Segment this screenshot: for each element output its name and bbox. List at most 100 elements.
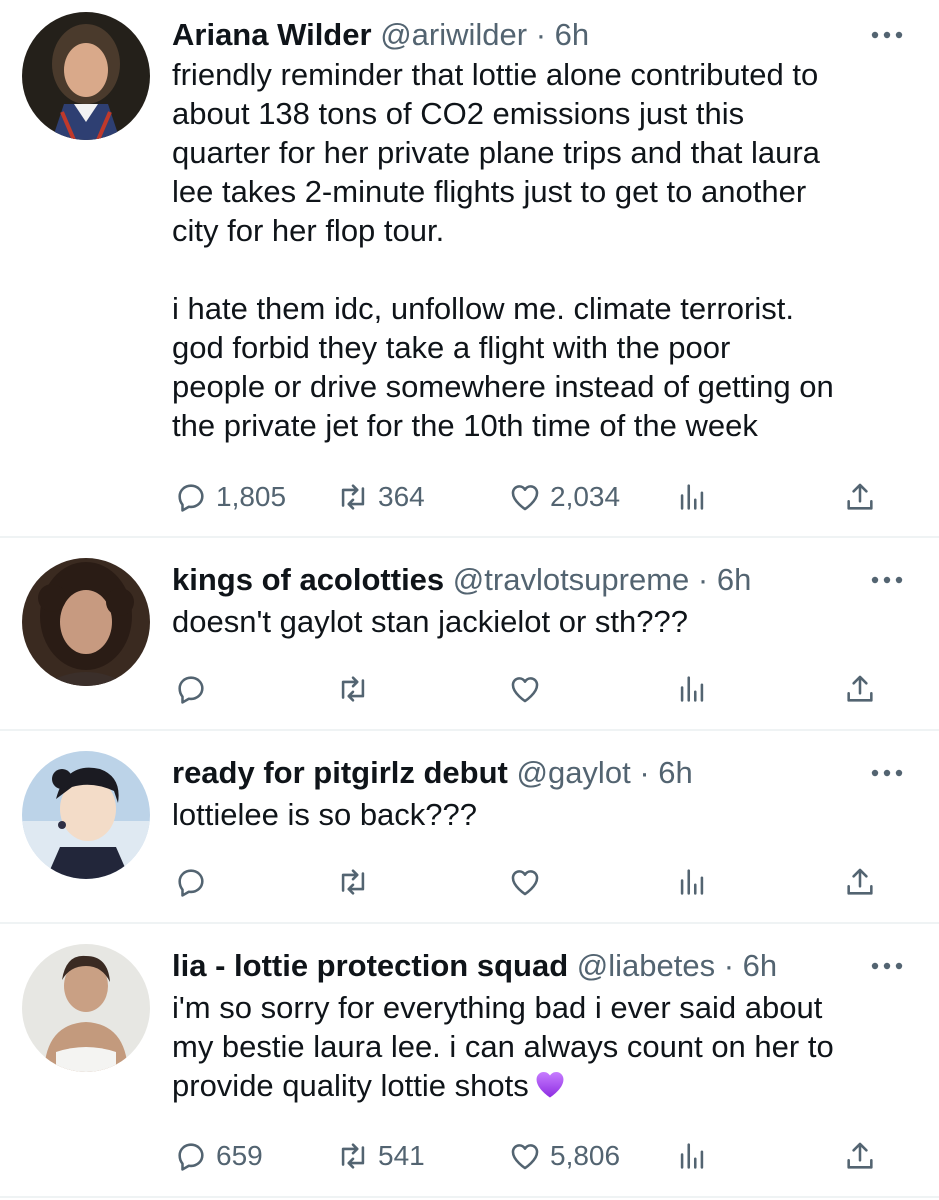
reply-icon: [178, 869, 204, 897]
tweet-text-line: my bestie laura lee. i can always count …: [172, 1029, 834, 1064]
share-icon: [847, 675, 873, 702]
like-button[interactable]: [508, 668, 542, 710]
reply-button[interactable]: 1,805: [174, 476, 286, 518]
tweet-text-fragment: provide quality lottie shots: [172, 1068, 529, 1103]
timestamp[interactable]: 6h: [717, 562, 751, 597]
tweet-text-line: i hate them idc, unfollow me. climate te…: [172, 291, 794, 326]
tweet-text-line: city for her flop tour.: [172, 213, 445, 248]
retweet-icon: [341, 1143, 365, 1169]
tweet-header: lia - lottie protection squad @liabetes …: [172, 946, 777, 986]
views-icon: [680, 676, 704, 702]
tweet[interactable]: kings of acolotties @travlotsupreme · 6h…: [0, 538, 939, 729]
timestamp[interactable]: 6h: [555, 17, 589, 52]
tweet-text-line: quarter for her private plane trips and …: [172, 135, 820, 170]
tweet[interactable]: lia - lottie protection squad @liabetes …: [0, 924, 939, 1196]
tweet-text-line: lee takes 2-minute flights just to get t…: [172, 174, 807, 209]
more-icon[interactable]: [869, 28, 905, 42]
tweet-text-line: friendly reminder that lottie alone cont…: [172, 57, 819, 92]
tweet-text-line: i'm so sorry for everything bad i ever s…: [172, 990, 823, 1025]
avatar[interactable]: [22, 944, 150, 1072]
separator-dot: ·: [535, 17, 547, 52]
display-name[interactable]: kings of acolotties: [172, 562, 444, 597]
like-icon: [511, 870, 539, 896]
timestamp[interactable]: 6h: [743, 948, 777, 983]
share-icon: [847, 1142, 873, 1169]
avatar-image: [22, 558, 150, 686]
tweet[interactable]: Ariana Wilder @ariwilder · 6h friendly r…: [0, 0, 939, 536]
retweet-icon: [341, 484, 365, 510]
user-handle[interactable]: @ariwilder: [380, 17, 527, 52]
views-button[interactable]: [675, 476, 709, 518]
user-handle[interactable]: @gaylot: [516, 755, 630, 790]
more-icon[interactable]: [869, 573, 905, 587]
retweet-icon: [341, 869, 365, 895]
tweet-header: kings of acolotties @travlotsupreme · 6h: [172, 560, 751, 600]
like-button[interactable]: [508, 861, 542, 903]
reply-button[interactable]: 659: [174, 1135, 263, 1177]
action-bar: [170, 668, 890, 710]
tweet-header: Ariana Wilder @ariwilder · 6h: [172, 15, 589, 55]
tweet-text-line: about 138 tons of CO2 emissions just thi…: [172, 96, 745, 131]
tweet-text-line: god forbid they take a flight with the p…: [172, 330, 731, 365]
retweet-button[interactable]: [336, 668, 370, 710]
share-button[interactable]: [843, 861, 877, 903]
avatar[interactable]: [22, 751, 150, 879]
retweet-count: 541: [378, 1140, 425, 1171]
like-count: 2,034: [550, 481, 621, 512]
display-name[interactable]: ready for pitgirlz debut: [172, 755, 508, 790]
tweet-header: ready for pitgirlz debut @gaylot · 6h: [172, 753, 693, 793]
views-icon: [680, 1143, 704, 1169]
action-bar: [170, 861, 890, 903]
display-name[interactable]: lia - lottie protection squad: [172, 948, 568, 983]
retweet-icon: [341, 676, 365, 702]
reply-icon: [178, 484, 204, 512]
timestamp[interactable]: 6h: [658, 755, 692, 790]
avatar-image: [22, 12, 150, 140]
share-button[interactable]: [843, 476, 877, 518]
separator-dot: ·: [639, 755, 650, 790]
like-count: 5,806: [550, 1140, 621, 1171]
reply-count: 1,805: [216, 481, 287, 512]
reply-icon: [178, 676, 204, 704]
share-button[interactable]: [843, 668, 877, 710]
avatar-image: [22, 751, 150, 879]
tweet-text-line: lottielee is so back???: [172, 797, 478, 832]
retweet-count: 364: [378, 481, 425, 512]
tweet-text-line: provide quality lottie shots: [172, 1066, 912, 1105]
views-icon: [680, 869, 704, 895]
views-button[interactable]: [675, 861, 709, 903]
separator-dot: ·: [723, 948, 735, 983]
user-handle[interactable]: @liabetes: [577, 948, 715, 983]
tweet-text-line: people or drive somewhere instead of get…: [172, 369, 834, 404]
avatar[interactable]: [22, 558, 150, 686]
like-button[interactable]: 5,806: [508, 1135, 620, 1177]
views-button[interactable]: [675, 1135, 709, 1177]
tweet-text-line: doesn't gaylot stan jackielot or sth???: [172, 604, 689, 639]
reply-button[interactable]: [174, 861, 208, 903]
views-button[interactable]: [675, 668, 709, 710]
like-button[interactable]: 2,034: [508, 476, 620, 518]
reply-button[interactable]: [174, 668, 208, 710]
retweet-button[interactable]: 541: [336, 1135, 425, 1177]
tweet-text: friendly reminder that lottie alone cont…: [172, 55, 912, 445]
user-handle[interactable]: @travlotsupreme: [453, 562, 690, 597]
tweet-text-line: [172, 250, 912, 289]
share-icon: [847, 483, 873, 510]
more-icon[interactable]: [869, 766, 905, 780]
avatar[interactable]: [22, 12, 150, 140]
more-icon[interactable]: [869, 959, 905, 973]
tweet-text: doesn't gaylot stan jackielot or sth???: [172, 602, 912, 641]
retweet-button[interactable]: 364: [336, 476, 425, 518]
tweet[interactable]: ready for pitgirlz debut @gaylot · 6h lo…: [0, 731, 939, 922]
reply-icon: [178, 1143, 204, 1171]
share-icon: [847, 868, 873, 895]
retweet-button[interactable]: [336, 861, 370, 903]
display-name[interactable]: Ariana Wilder: [172, 17, 372, 52]
views-icon: [680, 484, 704, 510]
avatar-image: [22, 944, 150, 1072]
tweet-text-line: the private jet for the 10th time of the…: [172, 408, 758, 443]
separator-dot: ·: [697, 562, 709, 597]
share-button[interactable]: [843, 1135, 877, 1177]
action-bar: 1,805 364 2,034: [170, 476, 890, 518]
reply-count: 659: [216, 1140, 263, 1171]
